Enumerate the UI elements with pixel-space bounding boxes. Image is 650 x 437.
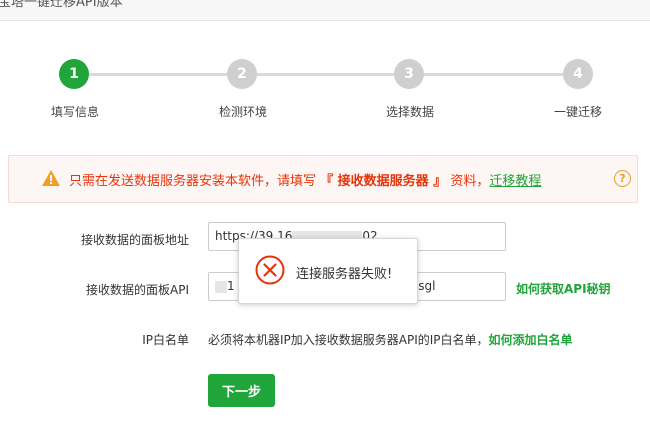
- panel-api-value-prefix: 1: [227, 279, 235, 293]
- panel-api-label: 接收数据的面板API: [86, 283, 189, 297]
- step-2-label: 检测环境: [218, 105, 268, 119]
- error-circle-icon: [255, 255, 285, 285]
- step-2-circle: 2: [227, 59, 257, 89]
- ip-whitelist-note: 必须将本机器IP加入接收数据服务器API的IP白名单，如何添加白名单: [208, 331, 573, 348]
- migration-tutorial-link[interactable]: 迁移教程: [489, 174, 541, 189]
- step-4-circle: 4: [563, 59, 593, 89]
- step-connector: [423, 73, 563, 76]
- panel-address-label: 接收数据的面板地址: [80, 233, 189, 247]
- step-4-label: 一键迁移: [553, 105, 603, 119]
- notice-alert: 只需在发送数据服务器安装本软件，请填写 『 接收数据服务器 』 资料，迁移教程 …: [8, 155, 638, 203]
- notice-highlight: 『 接收数据服务器 』: [320, 174, 447, 189]
- help-icon[interactable]: ?: [614, 170, 631, 187]
- step-3-circle: 3: [394, 59, 424, 89]
- get-api-key-link[interactable]: 如何获取API秘钥: [516, 280, 611, 297]
- error-toast: 连接服务器失败!: [238, 238, 418, 304]
- step-connector: [257, 73, 394, 76]
- step-3-label: 选择数据: [385, 105, 435, 119]
- ip-whitelist-label: IP白名单: [142, 333, 189, 347]
- notice-text: 只需在发送数据服务器安装本软件，请填写 『 接收数据服务器 』 资料，迁移教程: [69, 170, 541, 189]
- add-whitelist-link[interactable]: 如何添加白名单: [489, 333, 573, 347]
- error-toast-message: 连接服务器失败!: [296, 267, 393, 282]
- step-connector: [89, 73, 228, 76]
- notice-text-before: 只需在发送数据服务器安装本软件，请填写: [69, 174, 317, 189]
- step-1-circle: 1: [59, 59, 89, 89]
- ip-whitelist-note-text: 必须将本机器IP加入接收数据服务器API的IP白名单，: [208, 333, 489, 347]
- notice-text-after: 资料，: [450, 174, 490, 189]
- step-1-label: 填写信息: [50, 105, 100, 119]
- redacted-block: [215, 280, 227, 293]
- next-step-button[interactable]: 下一步: [208, 374, 275, 407]
- step-indicator: 1 2 3 4 填写信息 检测环境 选择数据 一键迁移: [0, 0, 650, 130]
- warning-icon: [42, 170, 60, 186]
